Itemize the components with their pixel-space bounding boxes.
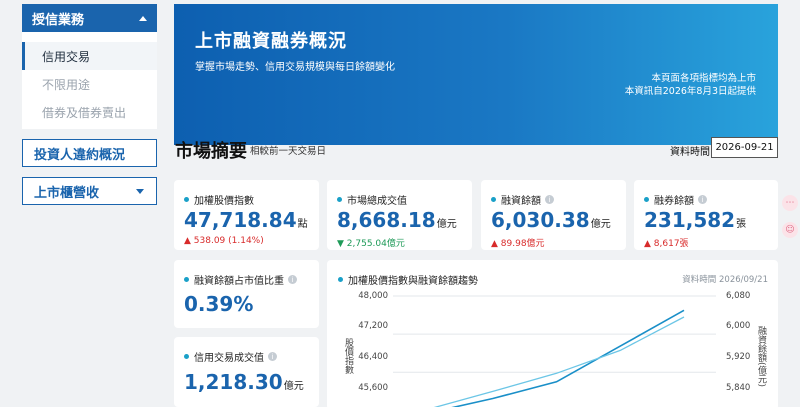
margin-value: 6,030.38 [491,208,590,232]
turnover-label: 市場總成交值 [347,196,407,207]
banner-note-line2: 本資訊自2026年8月3日起提供 [624,86,756,97]
series-line-index [451,309,685,407]
index-change: ▲ 538.09 (1.14%) [184,236,264,246]
short-balance-card: 融券餘額 i 231,582張 ▲ 8,617張 [634,180,778,250]
trend-chart-card: 加權股價指數與融資餘額趨勢 資料時間 2026/09/21 48,000 47,… [327,260,778,407]
bullet-dot-icon [644,197,649,202]
y-right-tick: 6,000 [726,321,751,331]
index-value: 47,718.84 [184,208,297,232]
y-left-tick: 47,200 [358,321,388,331]
trend-chart-plot [393,295,716,407]
chart-header: 加權股價指數與融資餘額趨勢 [338,272,478,287]
margin-balance-card: 融資餘額 i 6,030.38億元 ▲ 89.98億元 [481,180,626,250]
credit-trading-card: 信用交易成交值 i 1,218.30億元 [174,337,319,407]
floating-more-icon[interactable]: ⋯ [782,195,798,211]
series-line-margin [433,316,685,407]
index-unit: 點 [297,219,308,230]
ratio-label: 融資餘額占市值比重 [194,276,284,287]
credit-value-row: 1,218.30億元 [184,370,304,394]
turnover-value: 8,668.18 [337,208,436,232]
info-icon[interactable]: i [698,195,707,204]
margin-unit: 億元 [590,219,611,230]
sidebar-item-unrestricted[interactable]: 不限用途 [22,70,157,98]
credit-label: 信用交易成交值 [194,353,264,364]
info-icon[interactable]: i [268,352,277,361]
page-subtitle: 掌握市場走勢、信用交易規模與每日餘額變化 [195,62,395,73]
short-value: 231,582 [644,208,736,232]
market-summary-subtitle: 相較前一天交易日 [250,146,327,157]
credit-unit: 億元 [283,381,304,392]
y-right-tick: 5,840 [726,383,751,393]
y-right-tick: 5,920 [726,352,751,362]
chevron-up-icon [139,15,147,21]
turnover-change: ▼ 2,755.04億元 [337,239,405,249]
bullet-dot-icon [184,354,189,359]
chevron-down-icon [136,188,144,194]
credit-value: 1,218.30 [184,370,283,394]
banner-note-line1: 本頁面各項指標均為上市 [651,73,756,84]
bullet-dot-icon [184,277,189,282]
info-icon[interactable]: i [288,275,297,284]
turnover-card-header: 市場總成交值 [337,192,407,207]
sidebar-item-securities-lending[interactable]: 借券及借券賣出 [22,98,157,126]
turnover-value-row: 8,668.18億元 [337,208,457,232]
y-left-tick: 46,400 [358,352,388,362]
y-left-axis-label: 股價指數 [343,338,353,374]
credit-business-menu-label: 授信業務 [32,12,85,28]
short-change: ▲ 8,617張 [644,239,689,249]
y-left-tick: 45,600 [358,383,388,393]
index-value-row: 47,718.84點 [184,208,308,232]
index-card: 加權股價指數 47,718.84點 ▲ 538.09 (1.14%) [174,180,319,250]
y-right-tick: 6,080 [726,291,751,301]
chart-date: 資料時間 2026/09/21 [682,275,768,285]
index-label: 加權股價指數 [194,196,254,207]
short-unit: 張 [736,219,747,230]
data-time-label: 資料時間 [670,147,710,158]
margin-ratio-card: 融資餘額占市值比重 i 0.39% [174,260,319,328]
page-title: 上市融資融券概況 [195,31,347,52]
turnover-unit: 億元 [436,219,457,230]
info-icon[interactable]: i [545,195,554,204]
ratio-card-header: 融資餘額占市值比重 i [184,272,297,287]
bullet-dot-icon [337,197,342,202]
ratio-value: 0.39% [184,292,254,316]
short-value-row: 231,582張 [644,208,746,232]
credit-business-submenu: 信用交易 不限用途 借券及借券賣出 [22,32,157,129]
investor-default-label: 投資人違約概況 [34,147,126,163]
sidebar-item-credit-trading[interactable]: 信用交易 [22,42,157,70]
bullet-dot-icon [491,197,496,202]
margin-label: 融資餘額 [501,196,541,207]
short-label: 融券餘額 [654,196,694,207]
turnover-card: 市場總成交值 8,668.18億元 ▼ 2,755.04億元 [327,180,472,250]
credit-card-header: 信用交易成交值 i [184,349,277,364]
margin-change: ▲ 89.98億元 [491,239,545,249]
data-time-select[interactable]: 2026-09-21 [711,137,778,158]
y-left-tick: 48,000 [358,291,388,301]
investor-default-button[interactable]: 投資人違約概況 [22,139,157,167]
sidebar: 授信業務 信用交易 不限用途 借券及借券賣出 投資人違約概況 上市櫃營收 [0,0,170,407]
floating-helper-icon[interactable]: ☺ [782,222,798,238]
y-right-axis-label: 融資餘額(億元) [756,326,766,388]
bullet-dot-icon [338,277,343,282]
bullet-dot-icon [184,197,189,202]
listed-revenue-button[interactable]: 上市櫃營收 [22,177,157,205]
index-card-header: 加權股價指數 [184,192,254,207]
margin-value-row: 6,030.38億元 [491,208,611,232]
banner-note: 本頁面各項指標均為上市 本資訊自2026年8月3日起提供 [625,72,756,98]
credit-business-menu-header[interactable]: 授信業務 [22,4,157,32]
listed-revenue-label: 上市櫃營收 [34,185,100,201]
margin-card-header: 融資餘額 i [491,192,554,207]
page-banner: 上市融資融券概況 掌握市場走勢、信用交易規模與每日餘額變化 本頁面各項指標均為上… [174,4,778,145]
market-summary-title: 市場摘要 [175,141,247,162]
short-card-header: 融券餘額 i [644,192,707,207]
chart-title: 加權股價指數與融資餘額趨勢 [348,276,478,287]
